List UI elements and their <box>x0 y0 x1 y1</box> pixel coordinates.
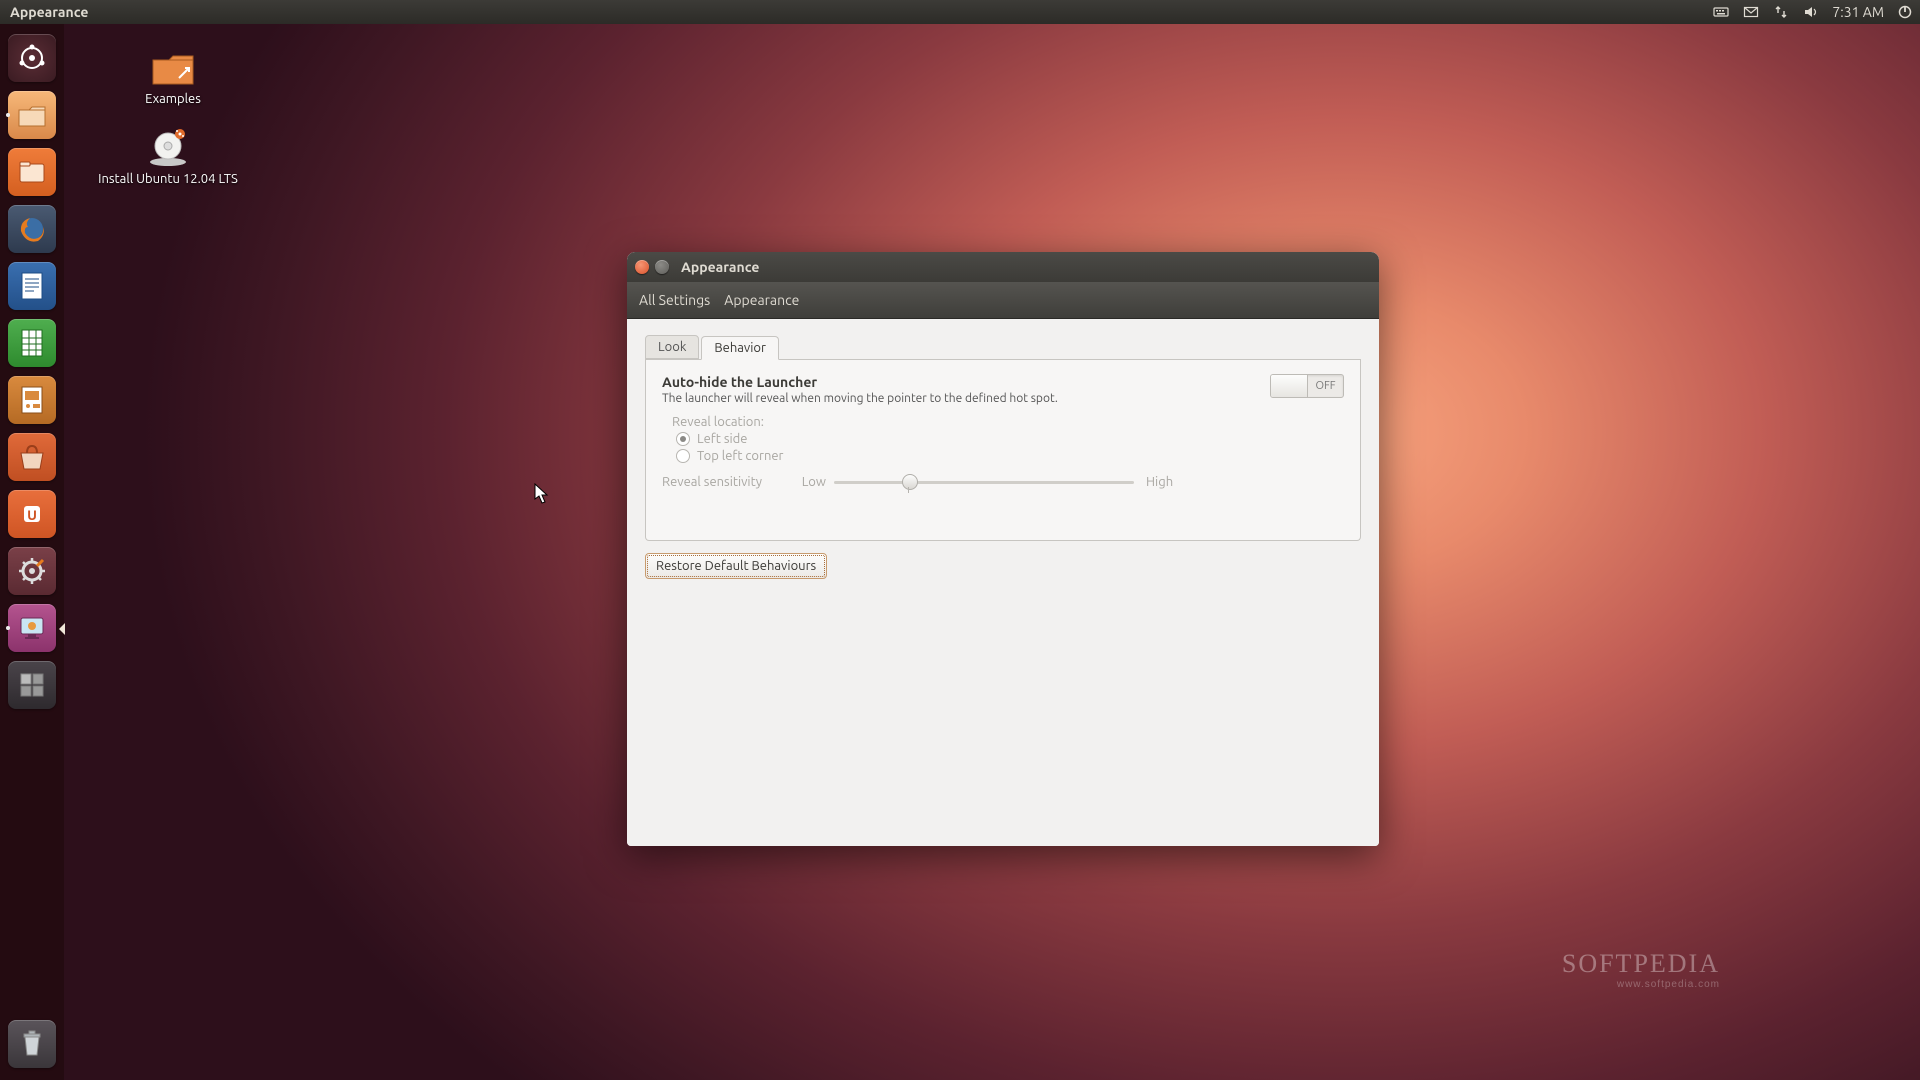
sensitivity-low-label: Low <box>792 475 826 489</box>
keyboard-indicator-icon[interactable] <box>1706 0 1736 24</box>
launcher-dash[interactable] <box>5 31 59 85</box>
watermark: SOFTPEDIA www.softpedia.com <box>1562 949 1720 990</box>
window-title: Appearance <box>681 259 759 275</box>
desktop-icon-label: Install Ubuntu 12.04 LTS <box>88 172 248 186</box>
breadcrumb: All Settings Appearance <box>627 282 1379 319</box>
radio-dot-icon <box>676 449 690 463</box>
launcher-ubuntu-one[interactable]: U <box>5 487 59 541</box>
svg-text:U: U <box>27 507 37 523</box>
top-panel: Appearance 7:31 AM <box>0 0 1920 24</box>
mail-indicator-icon[interactable] <box>1736 0 1766 24</box>
radio-top-left: Top left corner <box>676 449 1344 463</box>
launcher-trash[interactable] <box>5 1017 59 1071</box>
desktop-icon-examples[interactable]: Examples <box>108 48 238 106</box>
toggle-label: OFF <box>1308 375 1343 397</box>
launcher-system-settings[interactable] <box>5 544 59 598</box>
sensitivity-high-label: High <box>1146 475 1173 489</box>
tab-bar: Look Behavior <box>645 333 1361 360</box>
restore-defaults-button[interactable]: Restore Default Behaviours <box>645 553 827 579</box>
breadcrumb-current: Appearance <box>724 292 799 308</box>
session-indicator-icon[interactable] <box>1890 0 1920 24</box>
unity-launcher: U <box>0 24 64 1080</box>
autohide-title: Auto-hide the Launcher <box>662 374 1270 390</box>
launcher-writer[interactable] <box>5 259 59 313</box>
sound-indicator-icon[interactable] <box>1796 0 1826 24</box>
sensitivity-slider <box>834 473 1134 491</box>
window-close-button[interactable] <box>635 260 649 274</box>
sensitivity-label: Reveal sensitivity <box>662 475 792 489</box>
behavior-panel: Auto-hide the Launcher The launcher will… <box>645 360 1361 541</box>
launcher-appearance[interactable] <box>5 601 59 655</box>
desktop-icon-label: Examples <box>108 92 238 106</box>
active-app-title: Appearance <box>0 4 98 20</box>
breadcrumb-root[interactable]: All Settings <box>639 292 710 308</box>
launcher-firefox[interactable] <box>5 202 59 256</box>
window-titlebar[interactable]: Appearance <box>627 252 1379 282</box>
radio-left-side: Left side <box>676 432 1344 446</box>
launcher-software-center[interactable] <box>5 430 59 484</box>
launcher-impress[interactable] <box>5 373 59 427</box>
launcher-home-folder[interactable] <box>5 88 59 142</box>
appearance-window: Appearance All Settings Appearance Look … <box>627 252 1379 846</box>
launcher-workspace-switcher[interactable] <box>5 658 59 712</box>
window-minimize-button[interactable] <box>655 260 669 274</box>
network-indicator-icon[interactable] <box>1766 0 1796 24</box>
autohide-toggle[interactable]: OFF <box>1270 374 1344 398</box>
autohide-subtitle: The launcher will reveal when moving the… <box>662 392 1270 405</box>
desktop-icon-install-ubuntu[interactable]: Install Ubuntu 12.04 LTS <box>88 128 248 186</box>
mouse-cursor-icon <box>534 483 550 505</box>
tab-look[interactable]: Look <box>645 335 699 359</box>
clock[interactable]: 7:31 AM <box>1826 0 1890 24</box>
launcher-files[interactable] <box>5 145 59 199</box>
launcher-calc[interactable] <box>5 316 59 370</box>
reveal-location-label: Reveal location: <box>672 415 1344 429</box>
tab-behavior[interactable]: Behavior <box>701 336 779 360</box>
radio-dot-icon <box>676 432 690 446</box>
